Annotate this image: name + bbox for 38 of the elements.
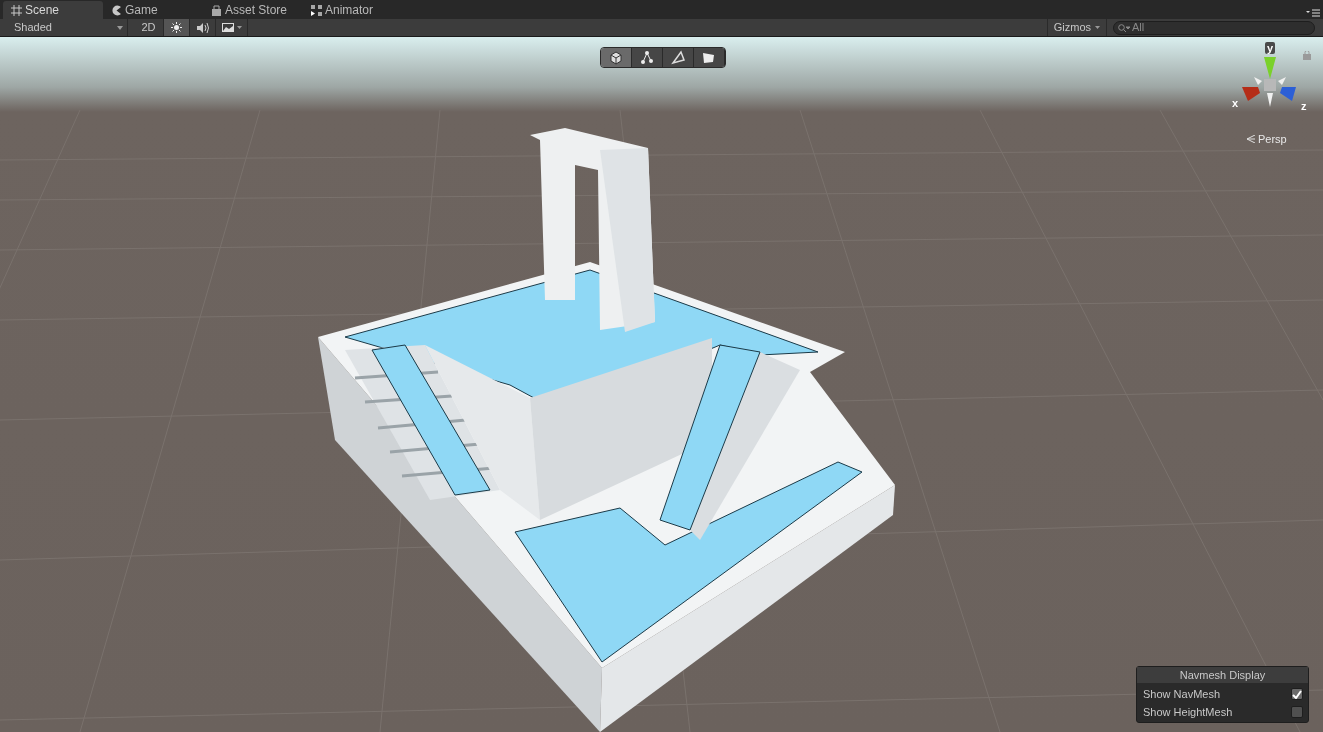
- tab[interactable]: Game: [103, 1, 203, 19]
- x-axis-label: x: [1232, 96, 1239, 111]
- option-label: Show NavMesh: [1143, 686, 1221, 702]
- checkbox[interactable]: [1291, 706, 1303, 718]
- search-icon: [1118, 23, 1130, 33]
- caret-icon: [236, 26, 242, 29]
- cube-tool-button[interactable]: [601, 48, 632, 67]
- nodes-icon: [311, 4, 322, 16]
- gizmos-dropdown[interactable]: Gizmos: [1046, 19, 1107, 36]
- search-field[interactable]: All: [1113, 20, 1315, 35]
- grid-icon: [11, 4, 22, 16]
- tab[interactable]: Asset Store: [203, 1, 303, 19]
- speaker-icon: [196, 22, 209, 33]
- landscape-icon: [221, 23, 234, 32]
- checkbox[interactable]: [1291, 688, 1303, 700]
- quad-tool-button[interactable]: [694, 48, 725, 67]
- scene-viewport[interactable]: y x z Persp Navmesh Display Show NavMesh Show HeightMesh: [0, 37, 1323, 732]
- triangle-tool-button[interactable]: [663, 48, 694, 67]
- caret-icon: [117, 25, 123, 30]
- node-graph-icon: [639, 49, 655, 66]
- panel-title: Navmesh Display: [1137, 667, 1308, 683]
- shading-dropdown[interactable]: Shaded: [0, 19, 128, 36]
- pie-icon: [111, 4, 122, 16]
- option-label: Show HeightMesh: [1143, 704, 1233, 720]
- y-axis-label: y: [1265, 42, 1276, 54]
- perspective-icon: [1246, 135, 1256, 144]
- triangle-icon: [670, 49, 686, 66]
- lighting-toggle[interactable]: [164, 19, 190, 36]
- checkmark-icon: [1292, 689, 1302, 699]
- cube-icon: [608, 49, 624, 66]
- node-graph-tool-button[interactable]: [632, 48, 663, 67]
- sun-icon: [171, 22, 182, 33]
- projection-label[interactable]: Persp: [1258, 131, 1287, 148]
- caret-icon: [1095, 26, 1100, 29]
- menu-icon[interactable]: [1306, 9, 1320, 17]
- tab[interactable]: Animator: [303, 1, 403, 19]
- tab[interactable]: Scene: [3, 1, 103, 19]
- z-axis-label: z: [1301, 99, 1307, 114]
